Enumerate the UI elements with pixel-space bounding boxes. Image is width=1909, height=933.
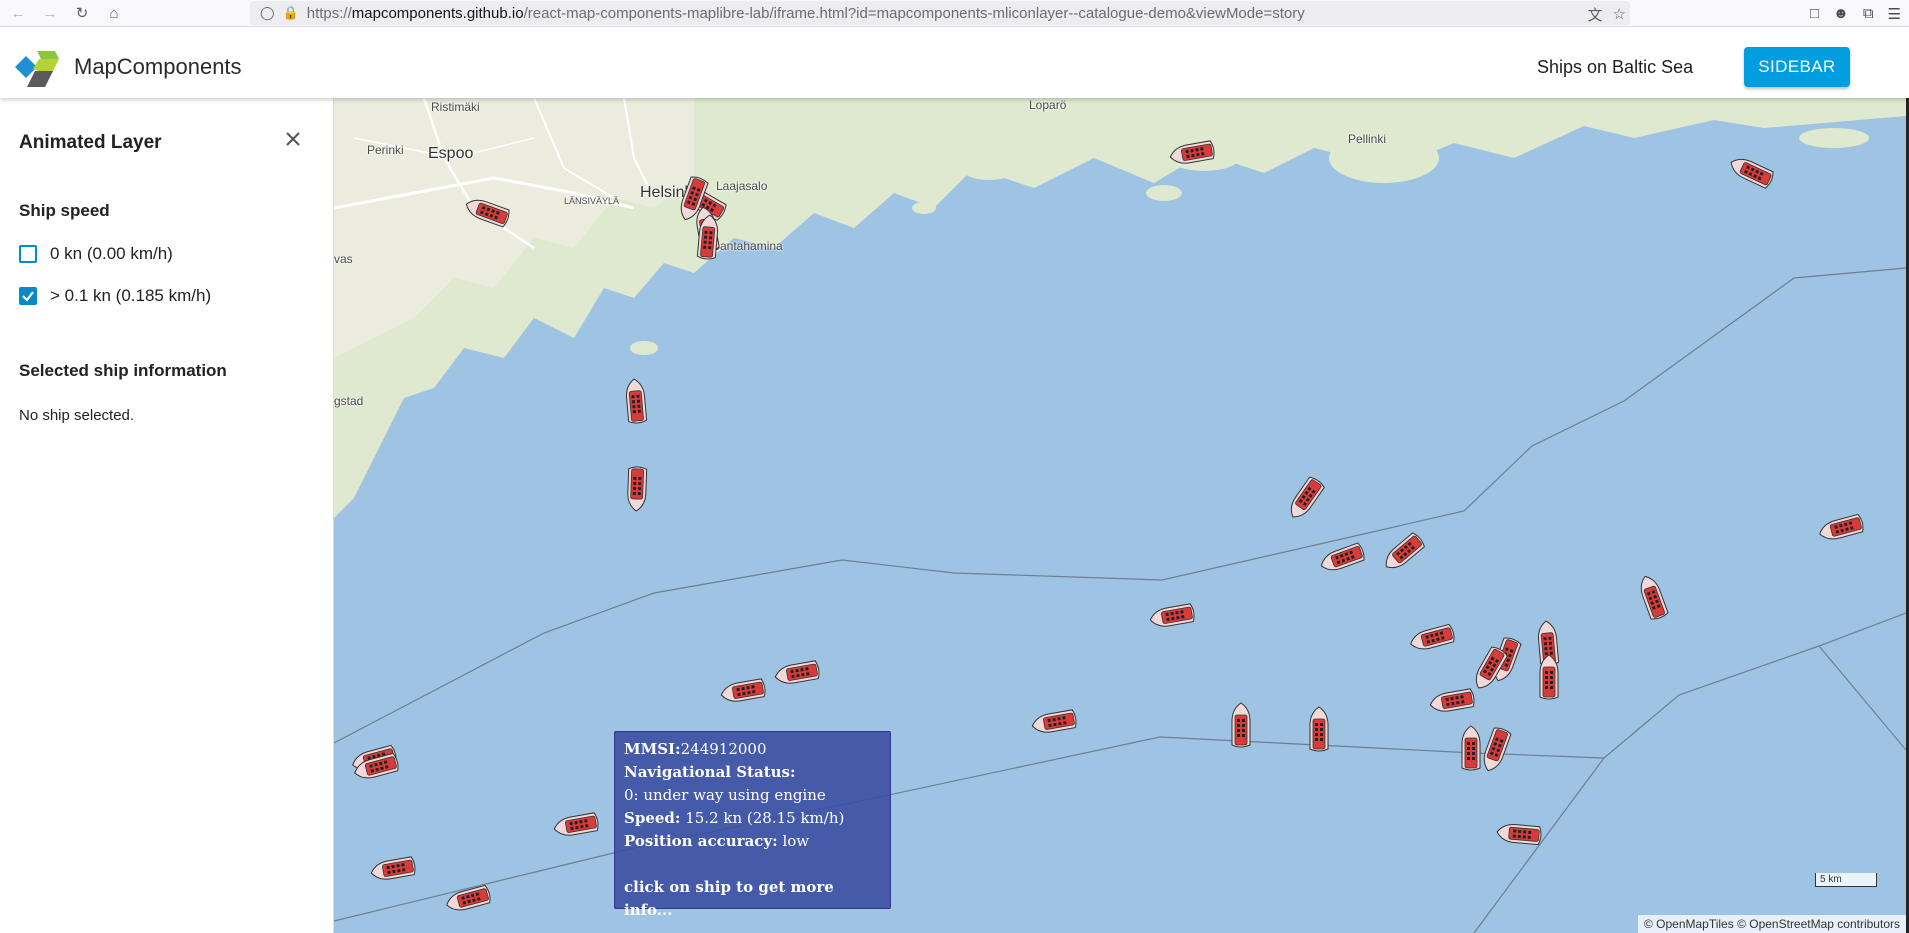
browser-toolbar: ← → ↻ ⌂ ◯ 🔒 https://mapcomponents.github…: [0, 0, 1909, 27]
forward-icon[interactable]: →: [36, 1, 64, 25]
mapcomponents-logo-icon: [15, 51, 59, 87]
ship-icon[interactable]: [1494, 821, 1546, 847]
home-icon[interactable]: ⌂: [100, 1, 128, 25]
lock-icon[interactable]: 🔒: [283, 5, 299, 21]
map-attribution[interactable]: © OpenMapTiles © OpenStreetMap contribut…: [1637, 915, 1906, 933]
back-icon[interactable]: ←: [4, 1, 32, 25]
place-label: Perinki: [367, 143, 404, 157]
scale-bar: 5 km: [1815, 873, 1877, 887]
road-label: LÄNSIVÄYLÄ: [564, 196, 620, 206]
ship-icon[interactable]: [623, 376, 649, 428]
translate-icon[interactable]: 文: [1588, 4, 1603, 25]
reload-icon[interactable]: ↻: [68, 1, 96, 25]
speed-heading: Ship speed: [19, 201, 110, 220]
ship-icon[interactable]: [1538, 653, 1560, 703]
map-canvas[interactable]: Ristimäki Perinki Espoo Helsinki Laajasa…: [334, 98, 1906, 933]
close-icon[interactable]: [282, 128, 304, 150]
checkmark-icon: [22, 291, 34, 302]
ship-info-text: No ship selected.: [19, 407, 135, 424]
place-label: Pellinki: [1348, 132, 1387, 146]
brand-name: MapComponents: [74, 54, 242, 79]
checkbox-zero[interactable]: [19, 245, 37, 263]
filter-label: 0 kn (0.00 km/h): [50, 244, 173, 263]
filter-label: > 0.1 kn (0.185 km/h): [50, 286, 212, 305]
place-label: Santahamina: [712, 239, 783, 253]
extensions-icon[interactable]: ⧉: [1863, 5, 1874, 22]
place-label: Laajasalo: [716, 179, 768, 193]
map-basemap: [334, 98, 1906, 933]
place-label: Ristimäki: [431, 100, 480, 114]
sidebar-toggle-button[interactable]: SIDEBAR: [1744, 47, 1850, 87]
speed-filter-zero[interactable]: 0 kn (0.00 km/h): [19, 244, 173, 264]
sidebar-panel: Animated Layer Ship speed 0 kn (0.00 km/…: [0, 98, 334, 933]
story-title: Ships on Baltic Sea: [1537, 57, 1694, 77]
app-header: MapComponents Ships on Baltic Sea SIDEBA…: [0, 27, 1909, 98]
ship-icon[interactable]: [695, 212, 721, 264]
ship-icon[interactable]: [1308, 705, 1330, 755]
url-text[interactable]: https://mapcomponents.github.io/react-ma…: [307, 5, 1305, 22]
checkbox-moving[interactable]: [19, 287, 37, 305]
ship-icon[interactable]: [625, 463, 649, 514]
ship-info-heading: Selected ship information: [19, 361, 227, 380]
place-label: gstad: [334, 394, 364, 408]
bookmark-star-icon[interactable]: ☆: [1613, 5, 1626, 23]
ship-icon[interactable]: [1230, 701, 1252, 751]
place-label: Loparö: [1029, 98, 1067, 112]
speed-filter-moving[interactable]: > 0.1 kn (0.185 km/h): [19, 286, 211, 306]
ship-tooltip: MMSI:244912000 Navigational Status: 0: u…: [614, 731, 891, 919]
sidebar-title: Animated Layer: [19, 132, 162, 153]
account-icon[interactable]: ☻: [1833, 5, 1849, 22]
shield-icon[interactable]: ◯: [260, 5, 275, 21]
pocket-icon[interactable]: □: [1810, 5, 1819, 22]
place-label: Espoo: [428, 145, 474, 162]
address-bar[interactable]: ◯ 🔒 https://mapcomponents.github.io/reac…: [250, 1, 1630, 25]
place-label: vas: [334, 252, 353, 266]
menu-icon[interactable]: ☰: [1888, 5, 1901, 23]
